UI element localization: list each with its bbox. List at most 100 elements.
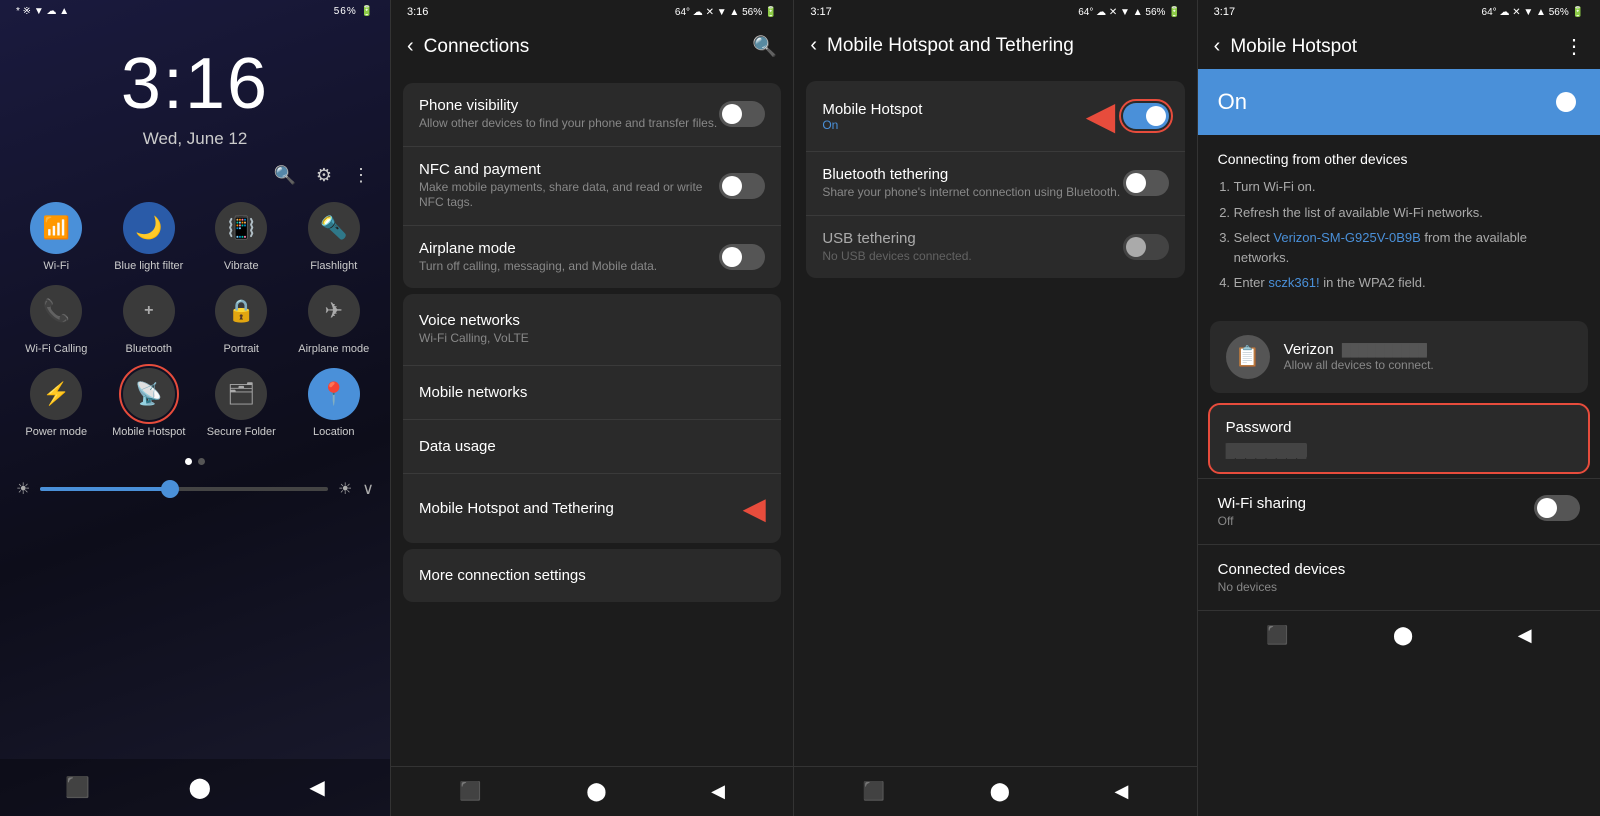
dot-2 xyxy=(198,458,205,465)
step-1: Turn Wi-Fi on. xyxy=(1234,177,1580,197)
toggle-thumb xyxy=(1126,237,1146,257)
mobile-networks-title: Mobile networks xyxy=(419,384,765,401)
wifi-sharing-toggle[interactable] xyxy=(1534,495,1580,521)
qs-portrait[interactable]: 🔒 Portrait xyxy=(201,285,282,356)
nav-home-p4[interactable]: ⬤ xyxy=(1393,625,1413,646)
brightness-low-icon: ☀ xyxy=(16,479,30,499)
nav-home-p2[interactable]: ⬤ xyxy=(586,781,606,802)
secure-folder-icon: 🗂 xyxy=(215,368,267,420)
mobile-hotspot-item[interactable]: Mobile Hotspot On ◀ xyxy=(806,81,1184,152)
top-bar-p2: ‹ Connections 🔍 xyxy=(391,24,793,69)
password-link[interactable]: sczk361! xyxy=(1268,275,1319,290)
settings-icon[interactable]: ⚙ xyxy=(316,165,332,186)
device-name: Verizon ██████████ xyxy=(1284,341,1434,358)
status-bar-p3: 3:17 64° ☁ ✕ ▼ ▲ 56% 🔋 xyxy=(794,0,1196,24)
qs-mobile-hotspot[interactable]: 📡 Mobile Hotspot xyxy=(109,368,190,439)
usb-tethering-subtitle: No USB devices connected. xyxy=(822,249,1122,265)
more-button-p4[interactable]: ⋮ xyxy=(1564,34,1584,59)
brightness-expand-icon[interactable]: ∨ xyxy=(362,479,374,499)
status-right-p2: 64° ☁ ✕ ▼ ▲ 56% 🔋 xyxy=(675,7,777,18)
nav-back-p1[interactable]: ◀ xyxy=(309,775,324,800)
screen-title-p2: Connections xyxy=(424,36,530,58)
qs-wifi-calling[interactable]: 📞 Wi-Fi Calling xyxy=(16,285,97,356)
connections-plain-section: Voice networks Wi-Fi Calling, VoLTE Mobi… xyxy=(403,294,781,543)
brightness-bar[interactable]: ☀ ☀ ∨ xyxy=(0,475,390,503)
nav-bar-p1: ⬛ ⬤ ◀ xyxy=(0,759,390,816)
mobile-hotspot-tethering-item[interactable]: Mobile Hotspot and Tethering ◀ xyxy=(403,474,781,543)
qs-secure-folder[interactable]: 🗂 Secure Folder xyxy=(201,368,282,439)
qs-power-mode-label: Power mode xyxy=(25,426,87,439)
nav-back-p3[interactable]: ◀ xyxy=(1114,781,1128,802)
nav-home-p3[interactable]: ⬤ xyxy=(990,781,1010,802)
status-bar-p1: * ※ ▼ ☁ ▲ 56% 🔋 xyxy=(0,0,390,23)
search-button-p2[interactable]: 🔍 xyxy=(752,34,777,59)
nav-recent-p4[interactable]: ⬛ xyxy=(1266,625,1288,646)
vibrate-icon: 📳 xyxy=(215,202,267,254)
more-icon[interactable]: ⋮ xyxy=(352,165,370,186)
nfc-item[interactable]: NFC and payment Make mobile payments, sh… xyxy=(403,147,781,226)
hotspot-on-bar[interactable]: On xyxy=(1198,69,1600,135)
nav-recent-p1[interactable]: ⬛ xyxy=(65,775,90,800)
connected-devices-item[interactable]: Connected devices No devices xyxy=(1198,544,1600,610)
qs-blue-light[interactable]: 🌙 Blue light filter xyxy=(109,202,190,273)
qs-grid: 📶 Wi-Fi 🌙 Blue light filter 📳 Vibrate 🔦 … xyxy=(0,194,390,448)
mobile-networks-item[interactable]: Mobile networks xyxy=(403,366,781,420)
network-name-blurred: ██████████ xyxy=(1342,343,1427,357)
phone-visibility-toggle[interactable] xyxy=(719,101,765,127)
brightness-thumb[interactable] xyxy=(161,480,179,498)
hotspot-on-toggle[interactable] xyxy=(1528,87,1580,117)
nav-home-p1[interactable]: ⬤ xyxy=(189,775,211,800)
nav-recent-p2[interactable]: ⬛ xyxy=(459,781,481,802)
status-time-p4: 3:17 xyxy=(1214,6,1235,18)
device-icon: 📋 xyxy=(1226,335,1270,379)
qs-vibrate-label: Vibrate xyxy=(224,260,259,273)
qs-location[interactable]: 📍 Location xyxy=(294,368,375,439)
status-icons-left: * ※ ▼ ☁ ▲ xyxy=(16,6,69,17)
qs-flashlight[interactable]: 🔦 Flashlight xyxy=(294,202,375,273)
mobile-hotspot-icon: 📡 xyxy=(123,368,175,420)
network-name-link[interactable]: Verizon-SM-G925V-0B9B xyxy=(1273,230,1420,245)
bluetooth-tethering-toggle[interactable] xyxy=(1123,170,1169,196)
nfc-toggle[interactable] xyxy=(719,173,765,199)
flashlight-icon: 🔦 xyxy=(308,202,360,254)
toggle-thumb xyxy=(1146,106,1166,126)
mobile-hotspot-toggle[interactable] xyxy=(1123,103,1169,129)
nav-bar-p3: ⬛ ⬤ ◀ xyxy=(794,766,1196,816)
power-mode-icon: ⚡ xyxy=(30,368,82,420)
brightness-track[interactable] xyxy=(40,487,328,491)
red-arrow-p3: ◀ xyxy=(1087,95,1115,137)
qs-wifi-calling-label: Wi-Fi Calling xyxy=(25,343,87,356)
phone-visibility-item[interactable]: Phone visibility Allow other devices to … xyxy=(403,83,781,147)
back-button-p2[interactable]: ‹ xyxy=(407,35,414,58)
wifi-sharing-item[interactable]: Wi-Fi sharing Off xyxy=(1198,478,1600,544)
clock-time: 3:16 xyxy=(0,43,390,125)
more-connection-settings-item[interactable]: More connection settings xyxy=(403,549,781,602)
device-sub: Allow all devices to connect. xyxy=(1284,358,1434,372)
airplane-mode-item[interactable]: Airplane mode Turn off calling, messagin… xyxy=(403,226,781,289)
panel-connections: 3:16 64° ☁ ✕ ▼ ▲ 56% 🔋 ‹ Connections 🔍 P… xyxy=(390,0,793,816)
bluetooth-tethering-title: Bluetooth tethering xyxy=(822,166,1122,183)
usb-tethering-item[interactable]: USB tethering No USB devices connected. xyxy=(806,216,1184,279)
bluetooth-tethering-item[interactable]: Bluetooth tethering Share your phone's i… xyxy=(806,152,1184,216)
airplane-mode-toggle[interactable] xyxy=(719,244,765,270)
qs-airplane[interactable]: ✈ Airplane mode xyxy=(294,285,375,356)
qs-mobile-hotspot-label: Mobile Hotspot xyxy=(112,426,185,439)
data-usage-item[interactable]: Data usage xyxy=(403,420,781,474)
qs-power-mode[interactable]: ⚡ Power mode xyxy=(16,368,97,439)
nav-recent-p3[interactable]: ⬛ xyxy=(863,781,885,802)
qs-bluetooth[interactable]: + Bluetooth xyxy=(109,285,190,356)
hotspot-device-section: 📋 Verizon ██████████ Allow all devices t… xyxy=(1210,321,1588,393)
qs-wifi[interactable]: 📶 Wi-Fi xyxy=(16,202,97,273)
password-section[interactable]: Password ████████ xyxy=(1210,405,1588,472)
data-usage-title: Data usage xyxy=(419,438,765,455)
dot-1 xyxy=(185,458,192,465)
qs-vibrate[interactable]: 📳 Vibrate xyxy=(201,202,282,273)
back-button-p4[interactable]: ‹ xyxy=(1214,35,1221,58)
search-icon[interactable]: 🔍 xyxy=(273,165,295,186)
voice-networks-item[interactable]: Voice networks Wi-Fi Calling, VoLTE xyxy=(403,294,781,366)
nav-back-p4[interactable]: ◀ xyxy=(1518,625,1532,646)
qs-flashlight-label: Flashlight xyxy=(310,260,357,273)
nav-back-p2[interactable]: ◀ xyxy=(711,781,725,802)
back-button-p3[interactable]: ‹ xyxy=(810,34,817,57)
usb-tethering-toggle[interactable] xyxy=(1123,234,1169,260)
